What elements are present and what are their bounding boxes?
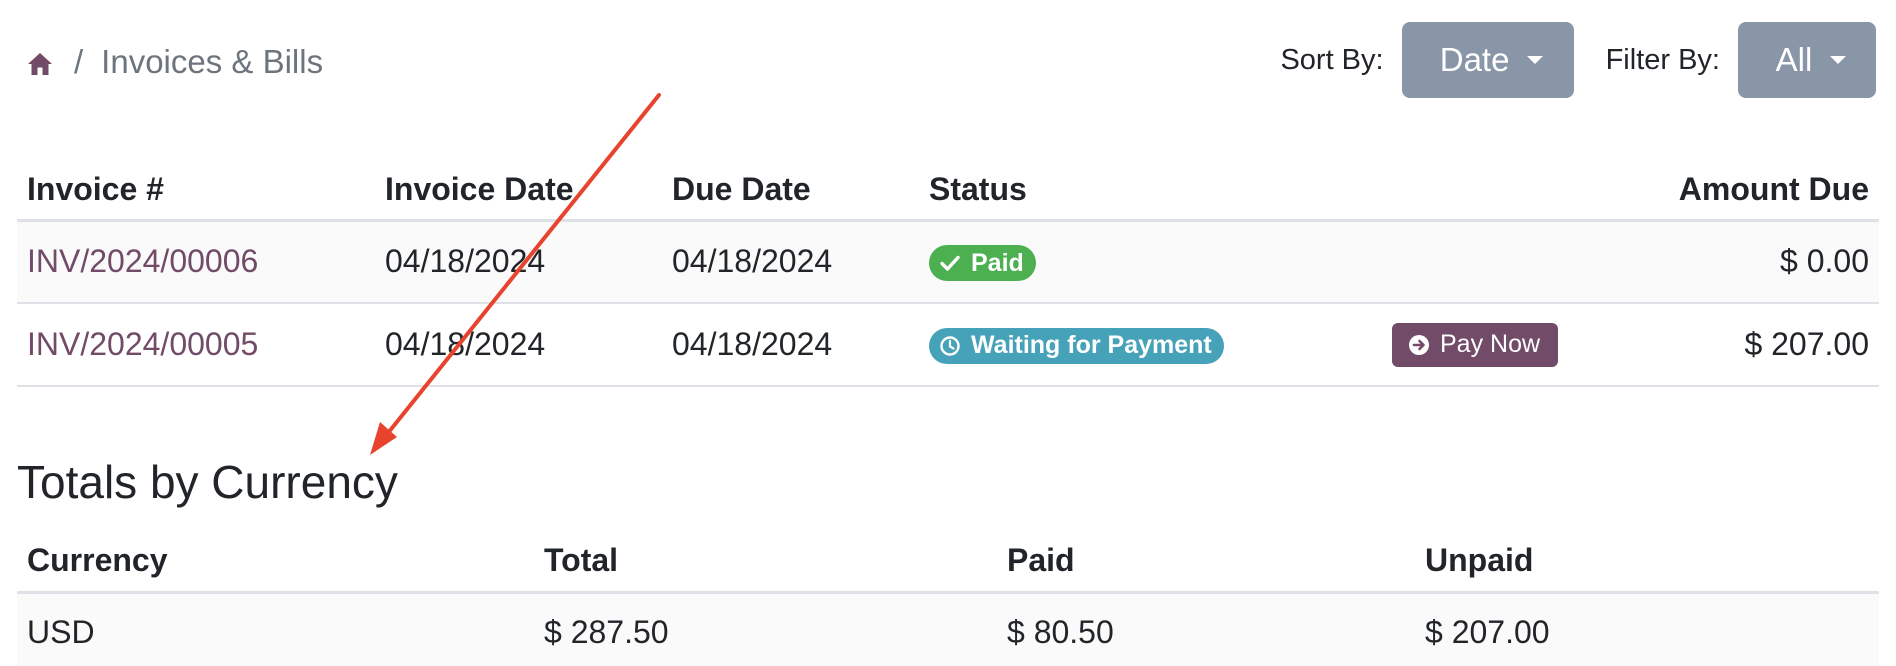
pay-now-label: Pay Now (1440, 330, 1541, 358)
totals-table: Currency Total Paid Unpaid USD $ 287.50 … (17, 530, 1879, 666)
invoice-link[interactable]: INV/2024/00005 (27, 326, 258, 362)
due-date-cell: 04/18/2024 (672, 326, 833, 362)
column-header-amount-due[interactable]: Amount Due (1662, 160, 1879, 220)
breadcrumb: / Invoices & Bills (26, 40, 323, 84)
invoices-table: Invoice # Invoice Date Due Date Status A… (17, 160, 1879, 387)
sort-value: Date (1439, 41, 1510, 78)
sort-label: Sort By: (1280, 43, 1384, 76)
table-header-row: Currency Total Paid Unpaid (17, 530, 1879, 592)
status-badge-label: Paid (971, 248, 1024, 277)
amount-due-cell: $ 0.00 (1780, 243, 1869, 280)
unpaid-cell: $ 207.00 (1425, 614, 1550, 651)
invoice-link[interactable]: INV/2024/00006 (27, 243, 258, 279)
check-icon (939, 252, 961, 274)
breadcrumb-current: Invoices & Bills (101, 43, 324, 80)
table-row[interactable]: INV/2024/00006 04/18/2024 04/18/2024 Pai… (17, 220, 1879, 303)
currency-cell: USD (27, 614, 95, 651)
status-badge: Paid (929, 245, 1036, 282)
caret-down-icon (1527, 56, 1544, 64)
breadcrumb-separator: / (74, 43, 84, 80)
arrow-circle-right-icon (1408, 334, 1430, 356)
filter-label: Filter By: (1605, 43, 1720, 76)
invoice-date-cell: 04/18/2024 (385, 326, 546, 362)
status-badge-label: Waiting for Payment (971, 331, 1212, 360)
column-header-status[interactable]: Status (919, 160, 1382, 220)
table-row[interactable]: INV/2024/00005 04/18/2024 04/18/2024 Wai… (17, 303, 1879, 386)
table-header-row: Invoice # Invoice Date Due Date Status A… (17, 160, 1879, 220)
column-header-paid: Paid (1007, 541, 1075, 578)
action-cell (1382, 220, 1662, 303)
status-badge: Waiting for Payment (929, 327, 1224, 364)
total-cell: $ 287.50 (544, 614, 669, 651)
clock-icon (939, 335, 961, 357)
paid-cell: $ 80.50 (1007, 614, 1114, 651)
column-header-total: Total (544, 541, 619, 578)
home-icon[interactable] (26, 48, 54, 76)
filter-dropdown[interactable]: All (1738, 22, 1876, 98)
invoice-date-cell: 04/18/2024 (385, 243, 546, 280)
column-header-invoice-date[interactable]: Invoice Date (375, 160, 662, 220)
column-header-due-date[interactable]: Due Date (662, 160, 919, 220)
filter-value: All (1775, 41, 1813, 78)
column-header-unpaid: Unpaid (1425, 541, 1534, 578)
sort-dropdown[interactable]: Date (1401, 22, 1574, 98)
due-date-cell: 04/18/2024 (672, 243, 833, 280)
pay-now-button[interactable]: Pay Now (1392, 322, 1559, 367)
column-header-invoice-number[interactable]: Invoice # (17, 160, 375, 220)
amount-due-cell: $ 207.00 (1744, 326, 1869, 362)
column-header-currency: Currency (27, 541, 168, 578)
totals-title: Totals by Currency (17, 456, 398, 508)
table-row: USD $ 287.50 $ 80.50 $ 207.00 (17, 592, 1879, 666)
list-controls: Sort By: Date Filter By: All (1280, 22, 1876, 98)
caret-down-icon (1830, 56, 1847, 64)
invoices-page: / Invoices & Bills Sort By: Date Filter … (0, 0, 1896, 666)
column-header-action (1382, 160, 1662, 220)
